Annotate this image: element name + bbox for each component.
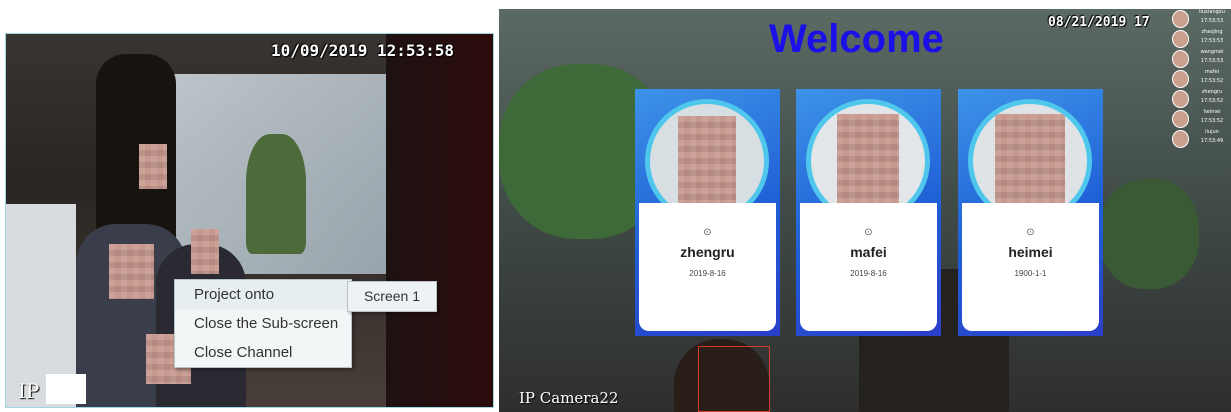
card-body: ⊙ mafei 2019-8-16 <box>800 203 937 331</box>
list-item[interactable]: zhengru 17:53:52 <box>1170 89 1231 109</box>
list-item[interactable]: liujun 17:53:49 <box>1170 129 1231 149</box>
list-item[interactable]: heimei 17:53:52 <box>1170 109 1231 129</box>
list-item-time: 17:53:52 <box>1200 118 1224 124</box>
list-item-name: mafei <box>1204 69 1220 75</box>
list-item-name: wangmei <box>1200 49 1224 55</box>
list-item-name: liuxiangxu <box>1199 9 1225 15</box>
list-item-name: zhaojing <box>1201 29 1223 35</box>
card-date: 2019-8-16 <box>850 269 887 278</box>
avatar <box>1172 50 1189 68</box>
card-body: ⊙ heimei 1900-1-1 <box>962 203 1099 331</box>
avatar <box>1172 10 1189 28</box>
timestamp: 08/21/2019 17 <box>1048 15 1150 30</box>
card-name: heimei <box>1008 244 1053 260</box>
avatar <box>1172 30 1189 48</box>
scene-dark-side <box>386 34 493 407</box>
camera-view-right[interactable]: Welcome 08/21/2019 17 ⊙ zhengru 2019-8-1… <box>499 9 1231 412</box>
timestamp: 10/09/2019 12:53:58 <box>271 41 455 60</box>
blurred-face <box>837 114 899 206</box>
list-item-name: zhengru <box>1201 89 1223 95</box>
menu-item-close-sub-screen[interactable]: Close the Sub-screen <box>175 309 351 338</box>
channel-mask <box>46 374 86 404</box>
list-item[interactable]: zhaojing 17:53:53 <box>1170 29 1231 49</box>
context-menu: Project onto Close the Sub-screen Close … <box>174 279 352 368</box>
avatar <box>1172 130 1189 148</box>
avatar <box>1172 110 1189 128</box>
channel-label: IP <box>18 379 40 403</box>
list-item[interactable]: mafei 17:53:52 <box>1170 69 1231 89</box>
card-date: 1900-1-1 <box>1014 269 1047 278</box>
avatar <box>1172 70 1189 88</box>
recognition-list: liuxiangxu 17:53:53 zhaojing 17:53:53 wa… <box>1170 9 1231 159</box>
blurred-face <box>191 229 219 274</box>
face-detection-box <box>698 346 770 412</box>
blurred-face <box>139 144 167 189</box>
card-name: mafei <box>850 244 887 260</box>
blurred-face <box>678 116 736 206</box>
recognition-card[interactable]: ⊙ mafei 2019-8-16 <box>796 89 941 336</box>
scene-plant <box>246 134 306 254</box>
list-item-name: liujun <box>1205 129 1219 135</box>
list-item-time: 17:53:52 <box>1200 78 1224 84</box>
channel-label: IP Camera22 <box>519 389 619 407</box>
badge-icon: ⊙ <box>1026 227 1035 238</box>
list-item-name: heimei <box>1203 109 1221 115</box>
list-item-time: 17:53:53 <box>1200 38 1224 44</box>
list-item[interactable]: liuxiangxu 17:53:53 <box>1170 9 1231 29</box>
blurred-face <box>109 244 154 299</box>
badge-icon: ⊙ <box>703 227 712 238</box>
card-name: zhengru <box>680 244 735 260</box>
submenu-item-screen-1[interactable]: Screen 1 <box>347 281 437 312</box>
avatar <box>1172 90 1189 108</box>
welcome-banner: Welcome <box>769 17 944 61</box>
list-item-time: 17:53:53 <box>1200 18 1224 24</box>
list-item-time: 17:53:53 <box>1200 58 1224 64</box>
list-item-time: 17:53:49 <box>1200 138 1224 144</box>
menu-item-project-onto[interactable]: Project onto <box>175 280 351 309</box>
recognition-card[interactable]: ⊙ heimei 1900-1-1 <box>958 89 1103 336</box>
list-item-time: 17:53:52 <box>1200 98 1224 104</box>
menu-item-close-channel[interactable]: Close Channel <box>175 338 351 367</box>
scene-plant-right <box>1099 179 1199 289</box>
list-item[interactable]: wangmei 17:53:53 <box>1170 49 1231 69</box>
card-body: ⊙ zhengru 2019-8-16 <box>639 203 776 331</box>
blurred-face <box>995 114 1065 206</box>
card-date: 2019-8-16 <box>689 269 726 278</box>
recognition-card[interactable]: ⊙ zhengru 2019-8-16 <box>635 89 780 336</box>
badge-icon: ⊙ <box>864 227 873 238</box>
